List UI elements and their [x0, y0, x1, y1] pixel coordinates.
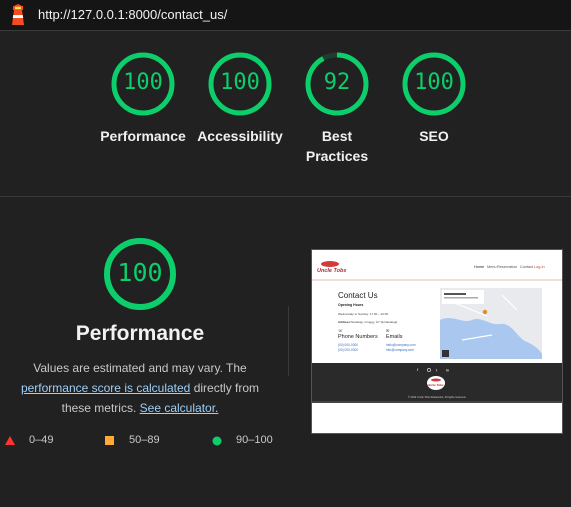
thumb-nav-item: Reservation [497, 265, 517, 269]
gauge-accessibility[interactable]: 100 Accessibility [190, 50, 290, 146]
score-value: 92 [323, 70, 351, 95]
thumb-email: info@company.com [386, 348, 414, 352]
gauge-label-line1: Best [321, 128, 353, 144]
thumb-opening-hours: Opening Hours [338, 303, 363, 307]
browser-topbar: http://127.0.0.1:8000/contact_us/ [0, 0, 571, 31]
thumb-phone: (00) 000-0000 [338, 348, 358, 352]
thumb-nav-item: Log-in [534, 265, 545, 269]
thumb-nav-item: Home [474, 265, 484, 269]
thumb-address: Nanalogi, Gruggy, G7 (E.Nanalogi) [351, 320, 397, 324]
gauge-label: SEO [419, 128, 449, 144]
gauge-seo[interactable]: 100 SEO [384, 50, 484, 146]
score-calculated-link[interactable]: performance score is calculated [21, 381, 190, 395]
triangle-icon [5, 436, 15, 445]
svg-text:Uncle Tobs: Uncle Tobs [428, 383, 444, 387]
score-value: 100 [414, 70, 454, 95]
score-value: 100 [123, 70, 163, 95]
lighthouse-logo-icon [12, 4, 24, 25]
performance-description: Values are estimated and may vary. The p… [8, 358, 272, 418]
thumbnail-svg: Uncle Tobs Home Menu Reservation Contact… [312, 250, 562, 433]
map-embed [440, 288, 542, 359]
gauge-performance[interactable]: 100 Performance [93, 50, 193, 146]
vertical-divider [288, 306, 289, 376]
gauge-best-practices[interactable]: 92 Best Practices [287, 50, 387, 166]
thumb-nav-item: Menu [487, 265, 497, 269]
svg-text:Uncle Tobs: Uncle Tobs [317, 268, 346, 274]
thumb-hours: Wednesday to Sunday: 17:00 – 22:00 [338, 312, 388, 316]
thumb-footer-text: © 2024 Uncle Tobs Restaurant. All rights… [408, 395, 466, 399]
circle-icon [212, 436, 222, 446]
section-divider [0, 196, 571, 197]
thumb-email: hello@company.com [386, 343, 416, 347]
gauge-label: Accessibility [197, 128, 283, 144]
legend-range: 50–89 [129, 434, 160, 446]
gauge-label-line2: Practices [305, 148, 369, 164]
thumb-phone-heading: Phone Numbers [338, 334, 378, 340]
desc-text: Values are estimated and may vary. The [33, 361, 247, 375]
thumb-email-heading: Emails [386, 334, 403, 340]
score-value: 100 [117, 258, 163, 287]
thumb-heading: Contact Us [338, 291, 378, 300]
thumb-address-label: Address: [338, 320, 351, 324]
page-url[interactable]: http://127.0.0.1:8000/contact_us/ [38, 7, 227, 22]
thumb-phone: (00) 000-0000 [338, 343, 358, 347]
gauge-label: Best Practices [287, 126, 387, 166]
thumb-nav-item: Contact [520, 265, 534, 269]
page-screenshot-thumbnail[interactable]: Uncle Tobs Home Menu Reservation Contact… [311, 249, 563, 434]
linkedin-icon: in [446, 368, 449, 373]
footer-logo-icon: Uncle Tobs [427, 376, 445, 390]
legend-range: 0–49 [29, 434, 54, 446]
gauge-label: Performance [100, 128, 186, 144]
score-value: 100 [220, 70, 260, 95]
square-icon [105, 436, 114, 445]
performance-title: Performance [75, 322, 205, 345]
phone-icon: ☏ [338, 328, 343, 333]
performance-large-gauge: 100 [90, 236, 190, 312]
legend-range: 90–100 [236, 434, 273, 446]
see-calculator-link[interactable]: See calculator. [140, 401, 219, 415]
